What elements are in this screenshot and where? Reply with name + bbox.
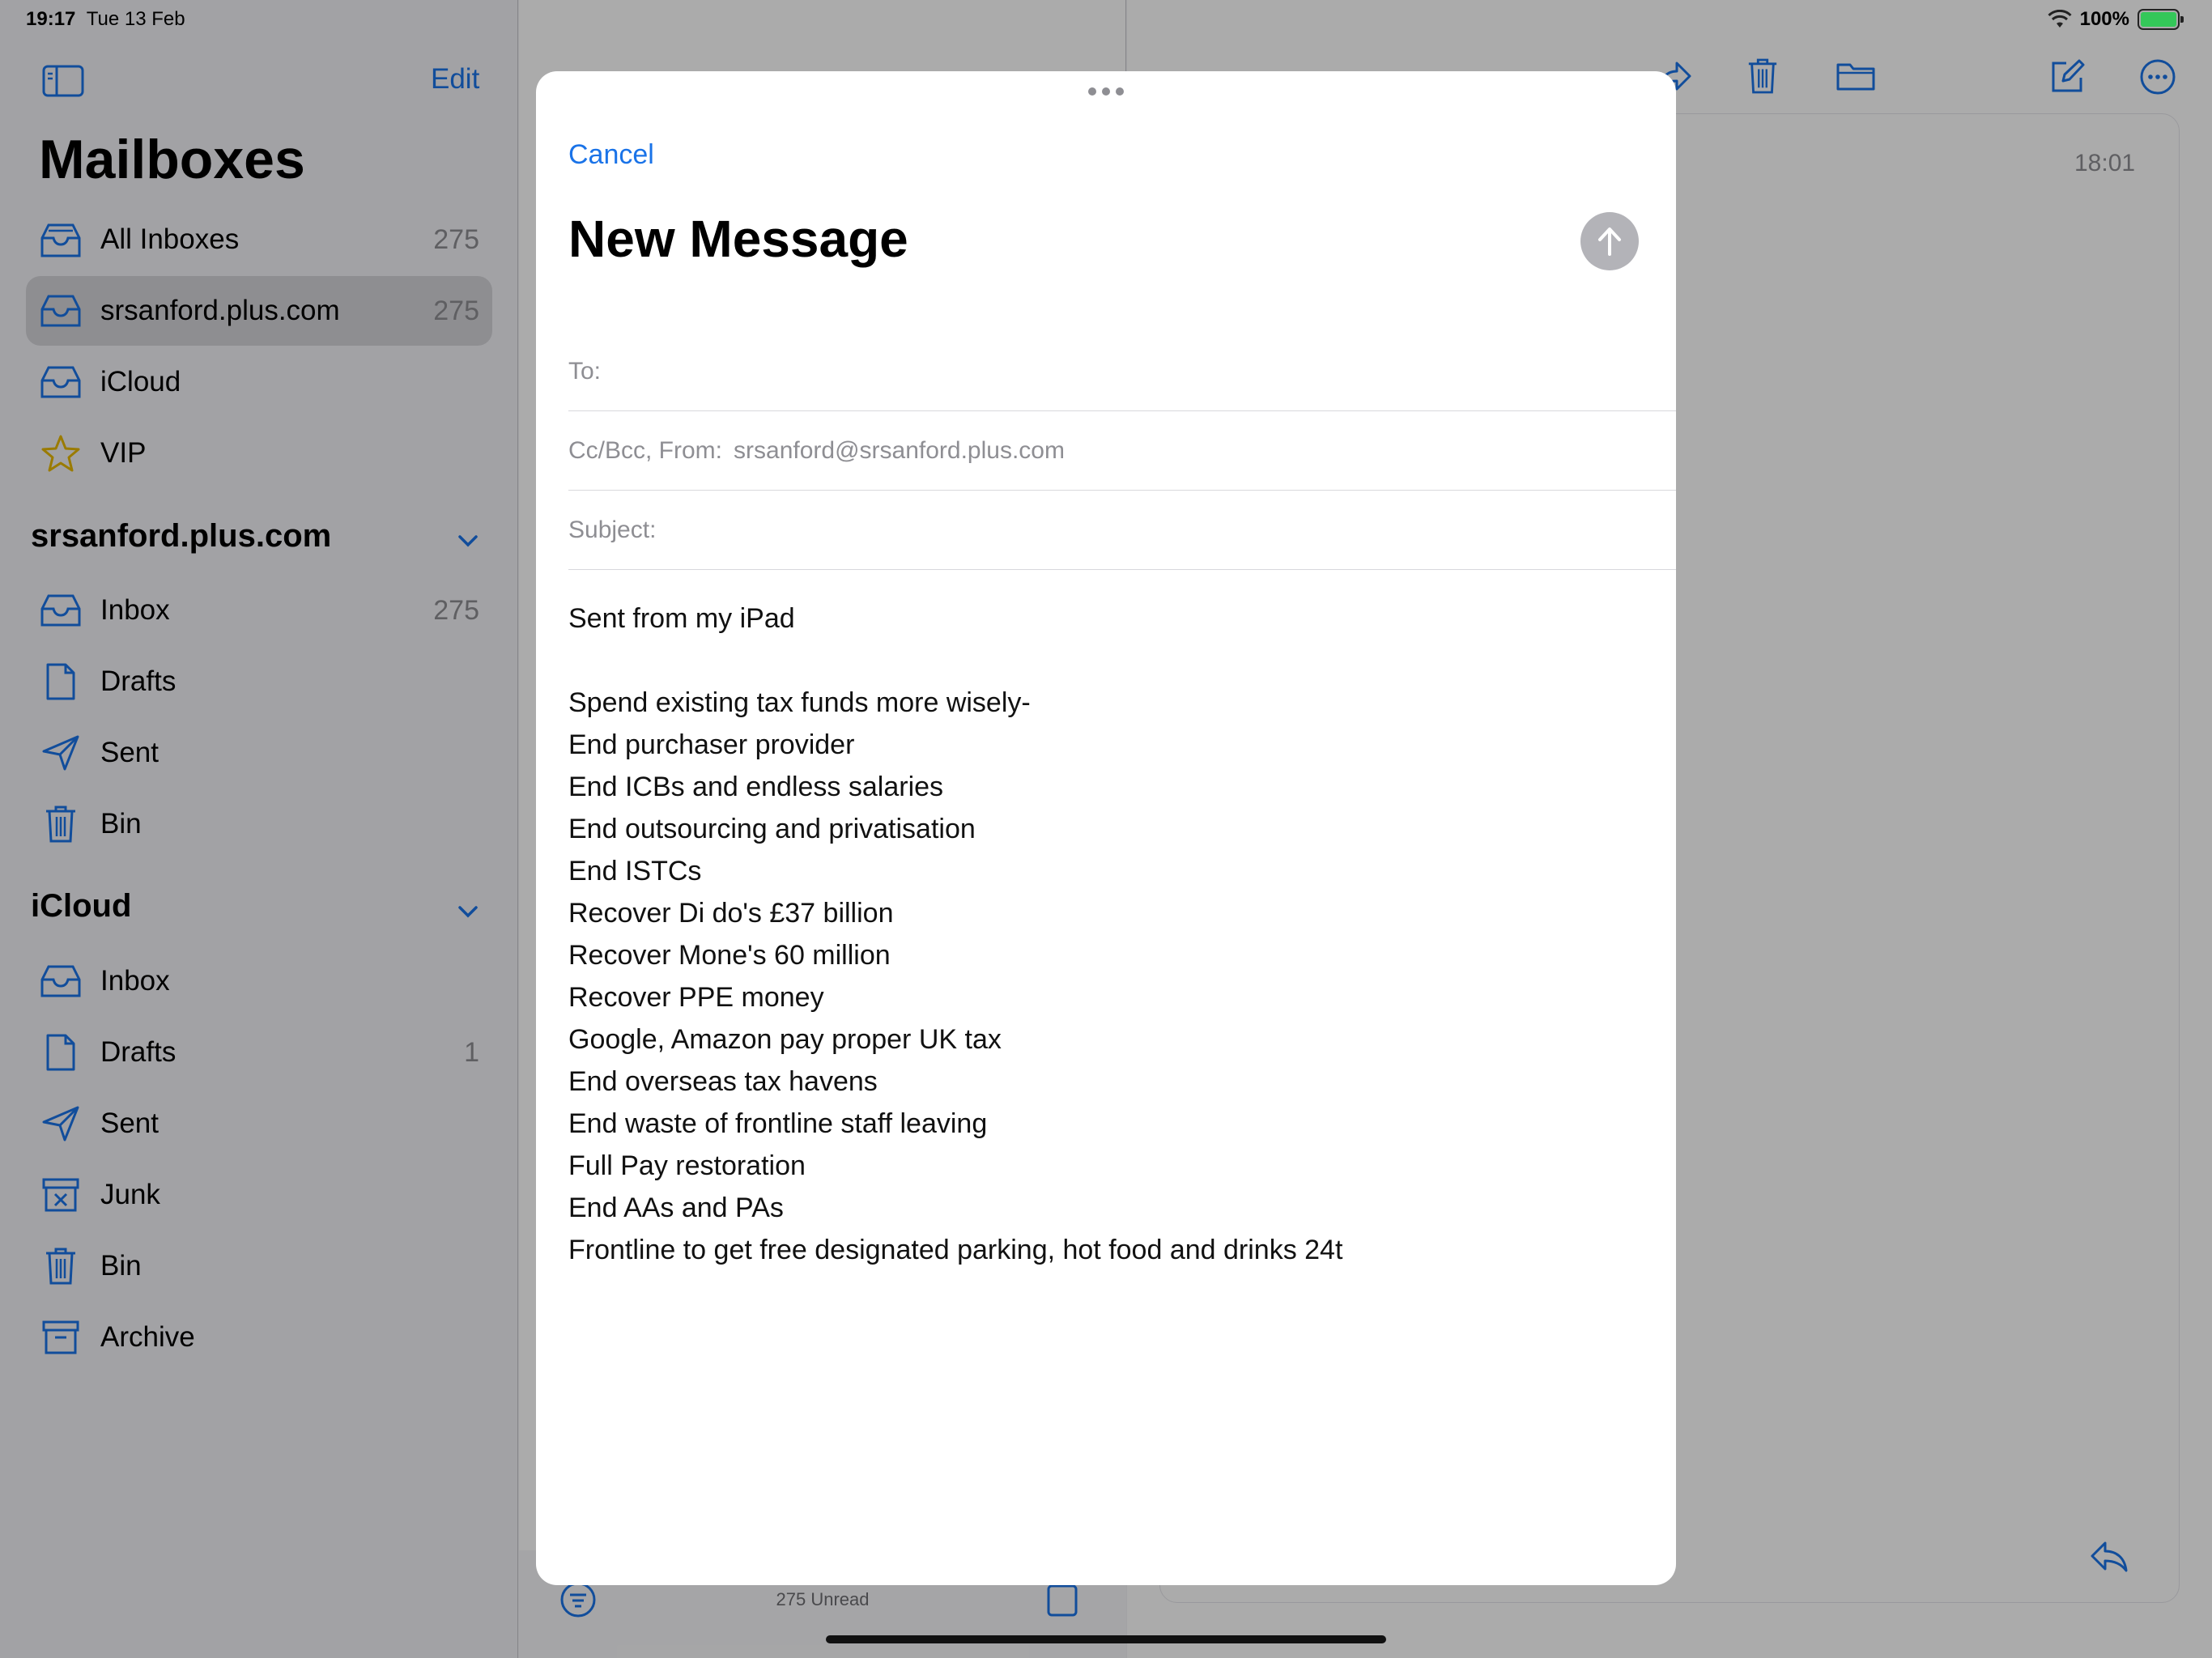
subject-label: Subject: xyxy=(568,516,657,543)
body-line: End ISTCs xyxy=(568,856,702,886)
body-line: Frontline to get free designated parking… xyxy=(568,1235,1343,1265)
body-line: Google, Amazon pay proper UK tax xyxy=(568,1024,1002,1055)
cc-bcc-from-field[interactable]: Cc/Bcc, From: srsanford@srsanford.plus.c… xyxy=(568,411,1676,491)
body-line: End purchaser provider xyxy=(568,729,855,760)
status-bar: 19:17 Tue 13 Feb 100% xyxy=(0,0,2212,37)
body-line: Full Pay restoration xyxy=(568,1150,806,1181)
body-line: End outsourcing and privatisation xyxy=(568,814,976,844)
body-line: End ICBs and endless salaries xyxy=(568,772,944,802)
subject-field[interactable]: Subject: xyxy=(568,491,1676,570)
body-line: Spend existing tax funds more wisely- xyxy=(568,687,1031,718)
body-line: End AAs and PAs xyxy=(568,1192,784,1223)
battery-percent: 100% xyxy=(2079,8,2129,30)
body-line: Recover Mone's 60 million xyxy=(568,940,891,971)
wifi-icon xyxy=(2048,10,2072,28)
home-indicator[interactable] xyxy=(826,1635,1386,1643)
to-field[interactable]: To: xyxy=(568,332,1676,411)
body-line: End waste of frontline staff leaving xyxy=(568,1108,988,1139)
status-time: 19:17 Tue 13 Feb xyxy=(26,8,185,30)
arrow-up-icon xyxy=(1598,227,1621,256)
body-line: End overseas tax havens xyxy=(568,1066,878,1097)
body-line: Recover Di do's £37 billion xyxy=(568,898,894,929)
cc-bcc-from-label: Cc/Bcc, From: xyxy=(568,436,723,464)
sheet-grabber[interactable] xyxy=(1088,87,1124,96)
compose-title: New Message xyxy=(568,210,908,268)
compose-sheet: Cancel New Message To: Cc/Bcc, From: srs… xyxy=(536,71,1676,1585)
send-button[interactable] xyxy=(1580,212,1639,270)
to-label: To: xyxy=(568,357,602,385)
body-line xyxy=(568,640,1637,682)
status-right: 100% xyxy=(2048,8,2184,31)
message-body[interactable]: Sent from my iPad Spend existing tax fun… xyxy=(568,597,1637,1271)
body-line: Recover PPE money xyxy=(568,982,824,1013)
cancel-button[interactable]: Cancel xyxy=(568,139,654,171)
body-line: Sent from my iPad xyxy=(568,603,795,634)
from-address: srsanford@srsanford.plus.com xyxy=(734,436,1065,464)
battery-icon xyxy=(2138,9,2184,30)
